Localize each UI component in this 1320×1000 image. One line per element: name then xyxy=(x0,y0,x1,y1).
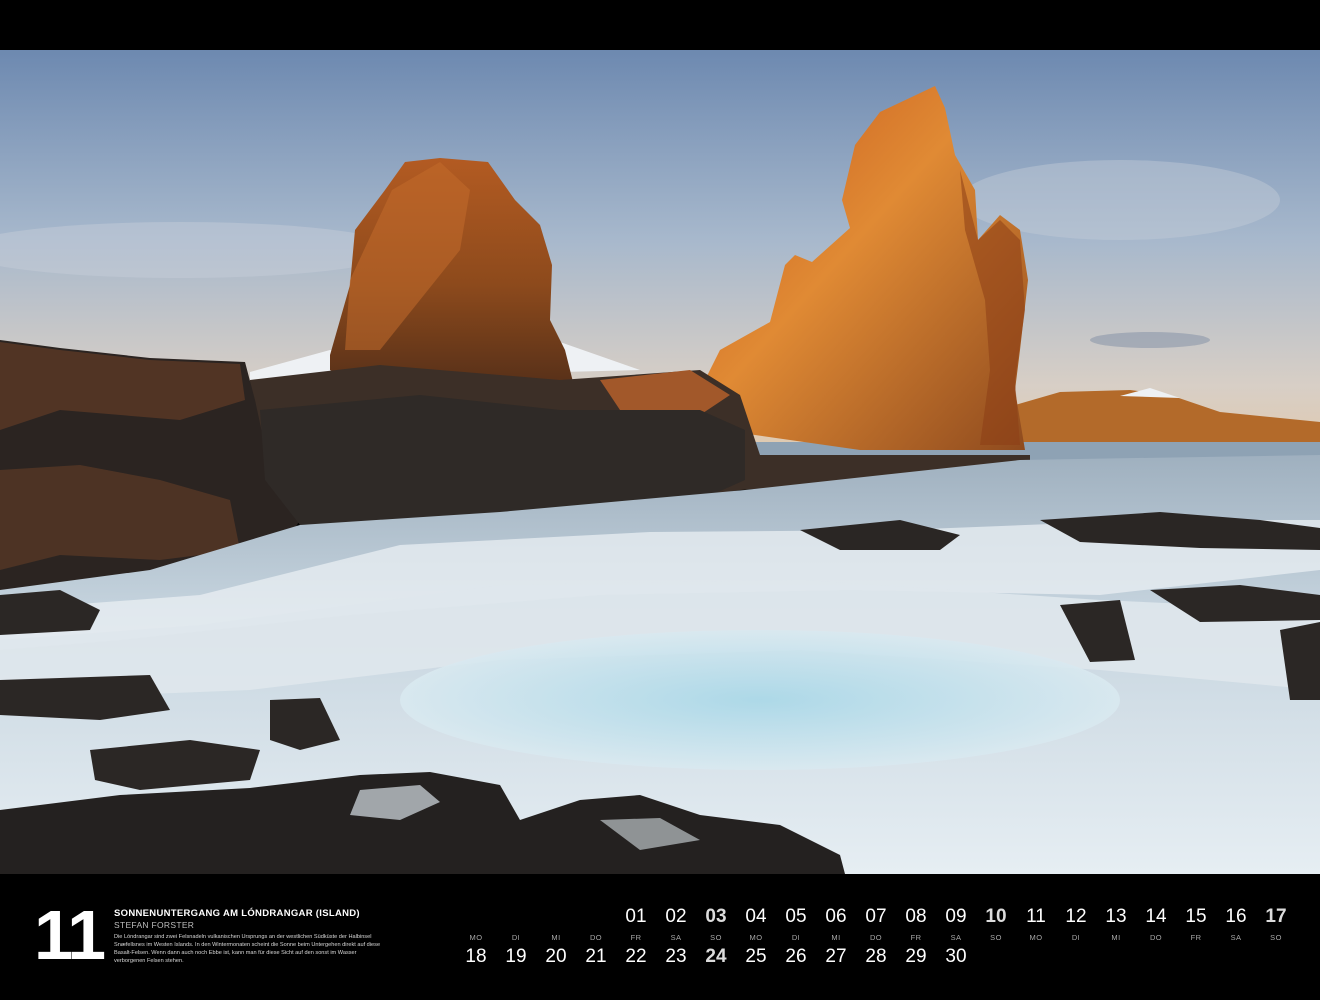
calendar-day: 23 xyxy=(665,946,687,967)
calendar-day: 07 xyxy=(865,906,887,927)
calendar-weekday: DI xyxy=(791,933,801,942)
calendar-weekday: DO xyxy=(589,933,603,942)
calendar-day: 26 xyxy=(785,946,807,967)
calendar-weekday: FR xyxy=(1190,933,1202,942)
calendar-weekday: SO xyxy=(990,933,1002,942)
calendar-weekday: SA xyxy=(1230,933,1242,942)
cloud xyxy=(1090,332,1210,348)
landscape-photo xyxy=(0,50,1320,874)
calendar-day: 19 xyxy=(505,946,527,967)
calendar-day: 04 xyxy=(745,906,767,927)
calendar-day: 29 xyxy=(905,946,927,967)
calendar-weekday: FR xyxy=(910,933,922,942)
calendar-day: 11 xyxy=(1026,906,1046,927)
calendar-day: 25 xyxy=(745,946,767,967)
calendar-day: 16 xyxy=(1225,906,1247,927)
month-number: 11 xyxy=(34,896,106,974)
calendar-weekday: SO xyxy=(1270,933,1282,942)
calendar-day: 05 xyxy=(785,906,807,927)
calendar-day: 03 xyxy=(705,906,727,927)
calendar-weekday: SA xyxy=(950,933,962,942)
calendar-day: 06 xyxy=(825,906,847,927)
calendar-weekday: DO xyxy=(869,933,883,942)
calendar-day: 13 xyxy=(1105,906,1127,927)
calendar-weekday: SO xyxy=(710,933,722,942)
photo-caption: SONNENUNTERGANG AM LÓNDRANGAR (ISLAND) S… xyxy=(114,908,384,965)
calendar-day: 24 xyxy=(705,946,727,967)
calendar-weekday: DO xyxy=(1149,933,1163,942)
calendar-day: 10 xyxy=(985,906,1007,927)
calendar-day: 30 xyxy=(945,946,967,967)
turquoise-pool xyxy=(400,630,1120,770)
calendar-weekday: MO xyxy=(469,933,483,942)
calendar-day: 14 xyxy=(1145,906,1167,927)
calendar-weekday: DI xyxy=(511,933,521,942)
calendar-weekday: FR xyxy=(630,933,642,942)
calendar-day: 18 xyxy=(465,946,487,967)
calendar-day: 09 xyxy=(945,906,967,927)
calendar-weekday: MI xyxy=(831,933,841,942)
caption-description: Die Lóndrangar sind zwei Felsnadeln vulk… xyxy=(114,934,381,965)
calendar-weekday: MO xyxy=(1029,933,1043,942)
calendar-weekday: DI xyxy=(1071,933,1081,942)
calendar-weekday: MO xyxy=(749,933,763,942)
calendar-weekday: MI xyxy=(551,933,561,942)
calendar-weekday: MI xyxy=(1111,933,1121,942)
calendar-day: 22 xyxy=(625,946,647,967)
calendar-day: 20 xyxy=(545,946,567,967)
calendar-day: 01 xyxy=(625,906,647,927)
calendar-day: 08 xyxy=(905,906,927,927)
calendar-day: 27 xyxy=(825,946,847,967)
caption-title: SONNENUNTERGANG AM LÓNDRANGAR (ISLAND) xyxy=(114,908,360,919)
rock-in-water xyxy=(0,675,170,720)
calendar-day: 12 xyxy=(1065,906,1087,927)
calendar-day: 28 xyxy=(865,946,887,967)
calendar-day: 17 xyxy=(1265,906,1287,927)
calendar-day: 21 xyxy=(585,946,607,967)
calendar-day: 15 xyxy=(1185,906,1207,927)
calendar-day: 02 xyxy=(665,906,687,927)
caption-author: STEFAN FORSTER xyxy=(114,920,195,930)
calendar-weekday: SA xyxy=(670,933,682,942)
